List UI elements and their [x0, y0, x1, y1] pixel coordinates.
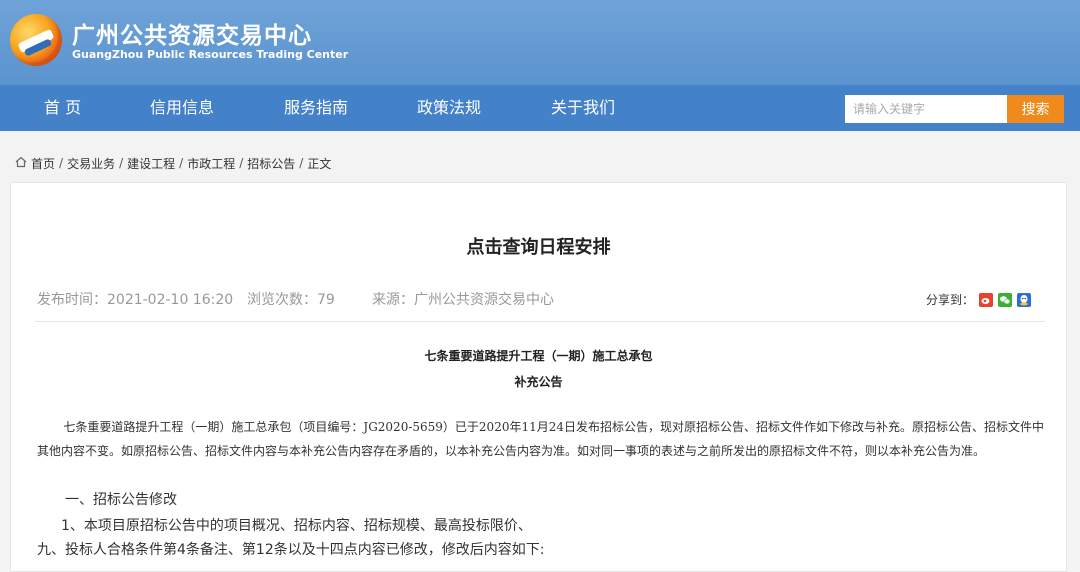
breadcrumb-municipal[interactable]: 市政工程	[187, 155, 235, 172]
wechat-icon[interactable]	[998, 292, 1013, 307]
notice-type-title: 补充公告	[514, 375, 563, 389]
section-heading: 一、招标公告修改	[65, 492, 177, 508]
nav-item-policy[interactable]: 政策法规	[417, 85, 481, 131]
weibo-icon[interactable]	[979, 292, 994, 307]
breadcrumb-home[interactable]: 首页	[31, 155, 55, 172]
breadcrumb: 首页 / 交易业务 / 建设工程 / 市政工程 / 招标公告 / 正文	[15, 154, 331, 172]
breadcrumb-current: 正文	[307, 156, 332, 171]
breadcrumb-separator: /	[299, 156, 304, 170]
breadcrumb-separator: /	[179, 156, 184, 170]
search-input[interactable]	[845, 95, 1007, 123]
nav-item-about[interactable]: 关于我们	[551, 85, 615, 131]
site-logo-icon[interactable]	[10, 14, 62, 66]
notice-item: 九、投标人合格条件第4条备注、第12条以及十四点内容已修改，修改后内容如下:	[37, 542, 545, 558]
nav-item-credit[interactable]: 信用信息	[150, 85, 214, 131]
article-panel: 点击查询日程安排 发布时间：2021-02-10 16:20 浏览次数：79 来…	[10, 182, 1067, 572]
site-subtitle: GuangZhou Public Resources Trading Cente…	[72, 48, 349, 61]
notice-paragraph: 七条重要道路提升工程（一期）施工总承包（项目编号：JG2020-5659）已于2…	[37, 420, 1045, 458]
site-title: 广州公共资源交易中心	[72, 23, 312, 49]
breadcrumb-separator: /	[239, 156, 244, 170]
breadcrumb-tender[interactable]: 招标公告	[247, 155, 295, 172]
breadcrumb-construction[interactable]: 建设工程	[127, 155, 175, 172]
article-source: 来源：广州公共资源交易中心	[372, 292, 554, 308]
share-label: 分享到：	[926, 293, 975, 307]
breadcrumb-separator: /	[59, 156, 64, 170]
publish-time: 发布时间：2021-02-10 16:20	[37, 292, 234, 308]
notice-item: 1、本项目原招标公告中的项目概况、招标内容、招标规模、最高投标限价、	[61, 518, 532, 534]
breadcrumb-trading[interactable]: 交易业务	[67, 155, 115, 172]
home-icon	[15, 156, 27, 171]
breadcrumb-separator: /	[119, 156, 124, 170]
notice-project-title: 七条重要道路提升工程（一期）施工总承包	[424, 349, 653, 363]
meta-divider	[35, 321, 1045, 322]
nav-item-home[interactable]: 首 页	[44, 85, 81, 131]
search-button[interactable]: 搜索	[1007, 95, 1064, 123]
view-count: 浏览次数：79	[247, 292, 335, 308]
article-title[interactable]: 点击查询日程安排	[11, 233, 1066, 259]
share-bar: 分享到：	[926, 291, 1032, 308]
site-header: 广州公共资源交易中心 GuangZhou Public Resources Tr…	[0, 0, 1080, 85]
qq-icon[interactable]	[1017, 292, 1032, 307]
nav-item-service-guide[interactable]: 服务指南	[284, 85, 348, 131]
